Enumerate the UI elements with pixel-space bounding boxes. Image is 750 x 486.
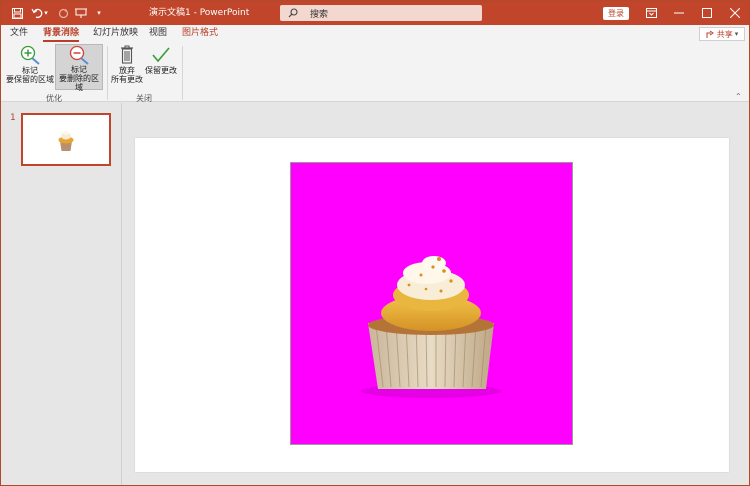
tab-background-removal[interactable]: 背景消除 — [43, 25, 80, 42]
group-label-close: 关闭 — [136, 94, 152, 103]
minimize-icon[interactable] — [664, 1, 694, 25]
keep-changes-button[interactable]: 保留更改 — [144, 44, 178, 90]
customize-toolbar-icon[interactable]: ▾ — [89, 1, 109, 25]
mark-areas-to-remove-button[interactable]: 标记 要删除的区域 — [55, 44, 103, 92]
search-box[interactable]: 搜索 — [280, 5, 482, 21]
tab-slide-show[interactable]: 幻灯片放映 — [93, 25, 138, 42]
close-icon[interactable] — [720, 1, 749, 25]
search-placeholder: 搜索 — [310, 9, 329, 20]
slide-thumbnail[interactable] — [21, 113, 111, 166]
collapse-ribbon-icon[interactable]: ⌃ — [735, 92, 742, 101]
checkmark-icon — [152, 47, 170, 63]
present-from-start-icon[interactable] — [71, 1, 91, 25]
share-button[interactable]: 共享 ▾ — [699, 27, 745, 41]
search-icon — [288, 8, 298, 18]
undo-dropdown-icon[interactable]: ▾ — [41, 1, 51, 25]
share-label: 共享 — [716, 29, 733, 39]
share-dropdown-icon: ▾ — [734, 30, 739, 38]
cupcake-picture[interactable] — [290, 162, 573, 445]
group-separator-end — [182, 46, 183, 100]
mark-keep-line1: 标记 — [22, 66, 38, 75]
discard-line1: 放弃 — [119, 66, 135, 75]
ribbon-tabs: 文件 背景消除 幻灯片放映 视图 图片格式 — [1, 25, 749, 42]
app-window: ▾ ▾ 演示文稿1 - PowerPoint 搜索 登录 文件 背景消除 幻灯片… — [0, 0, 750, 486]
mark-remove-line1: 标记 — [71, 65, 87, 74]
mark-keep-line2: 要保留的区域 — [6, 75, 54, 84]
tab-picture-format[interactable]: 图片格式 — [182, 25, 218, 42]
tab-view[interactable]: 视图 — [149, 25, 167, 42]
trash-icon — [121, 45, 133, 64]
mark-areas-to-keep-button[interactable]: 标记 要保留的区域 — [6, 44, 54, 90]
document-title: 演示文稿1 - PowerPoint — [149, 8, 250, 18]
slide-canvas[interactable] — [135, 138, 729, 472]
login-button[interactable]: 登录 — [603, 7, 629, 20]
redo-icon[interactable] — [53, 1, 73, 25]
maximize-icon[interactable] — [692, 1, 722, 25]
cupcake-image — [361, 256, 501, 398]
mark-remove-line2: 要删除的区域 — [59, 74, 99, 92]
discard-line2: 所有更改 — [111, 75, 143, 84]
share-icon — [706, 30, 714, 38]
group-separator — [107, 46, 108, 100]
keep-changes-line1: 保留更改 — [145, 66, 177, 75]
title-bar: ▾ ▾ 演示文稿1 - PowerPoint 搜索 登录 — [1, 1, 749, 25]
slide-number: 1 — [10, 113, 16, 123]
pencil-minus-icon — [69, 45, 89, 65]
cupcake-thumbnail-image — [58, 131, 74, 151]
pencil-plus-icon — [20, 45, 40, 65]
slide-thumbnail-pane: 1 — [1, 103, 122, 485]
discard-all-changes-button[interactable]: 放弃 所有更改 — [110, 44, 144, 90]
ribbon-display-options-icon[interactable] — [636, 1, 666, 25]
tab-file[interactable]: 文件 — [10, 25, 28, 42]
save-icon[interactable] — [7, 1, 27, 25]
ribbon: 标记 要保留的区域 标记 要删除的区域 优化 放弃 所有更改 保留更改 关闭 ⌃ — [1, 42, 749, 103]
